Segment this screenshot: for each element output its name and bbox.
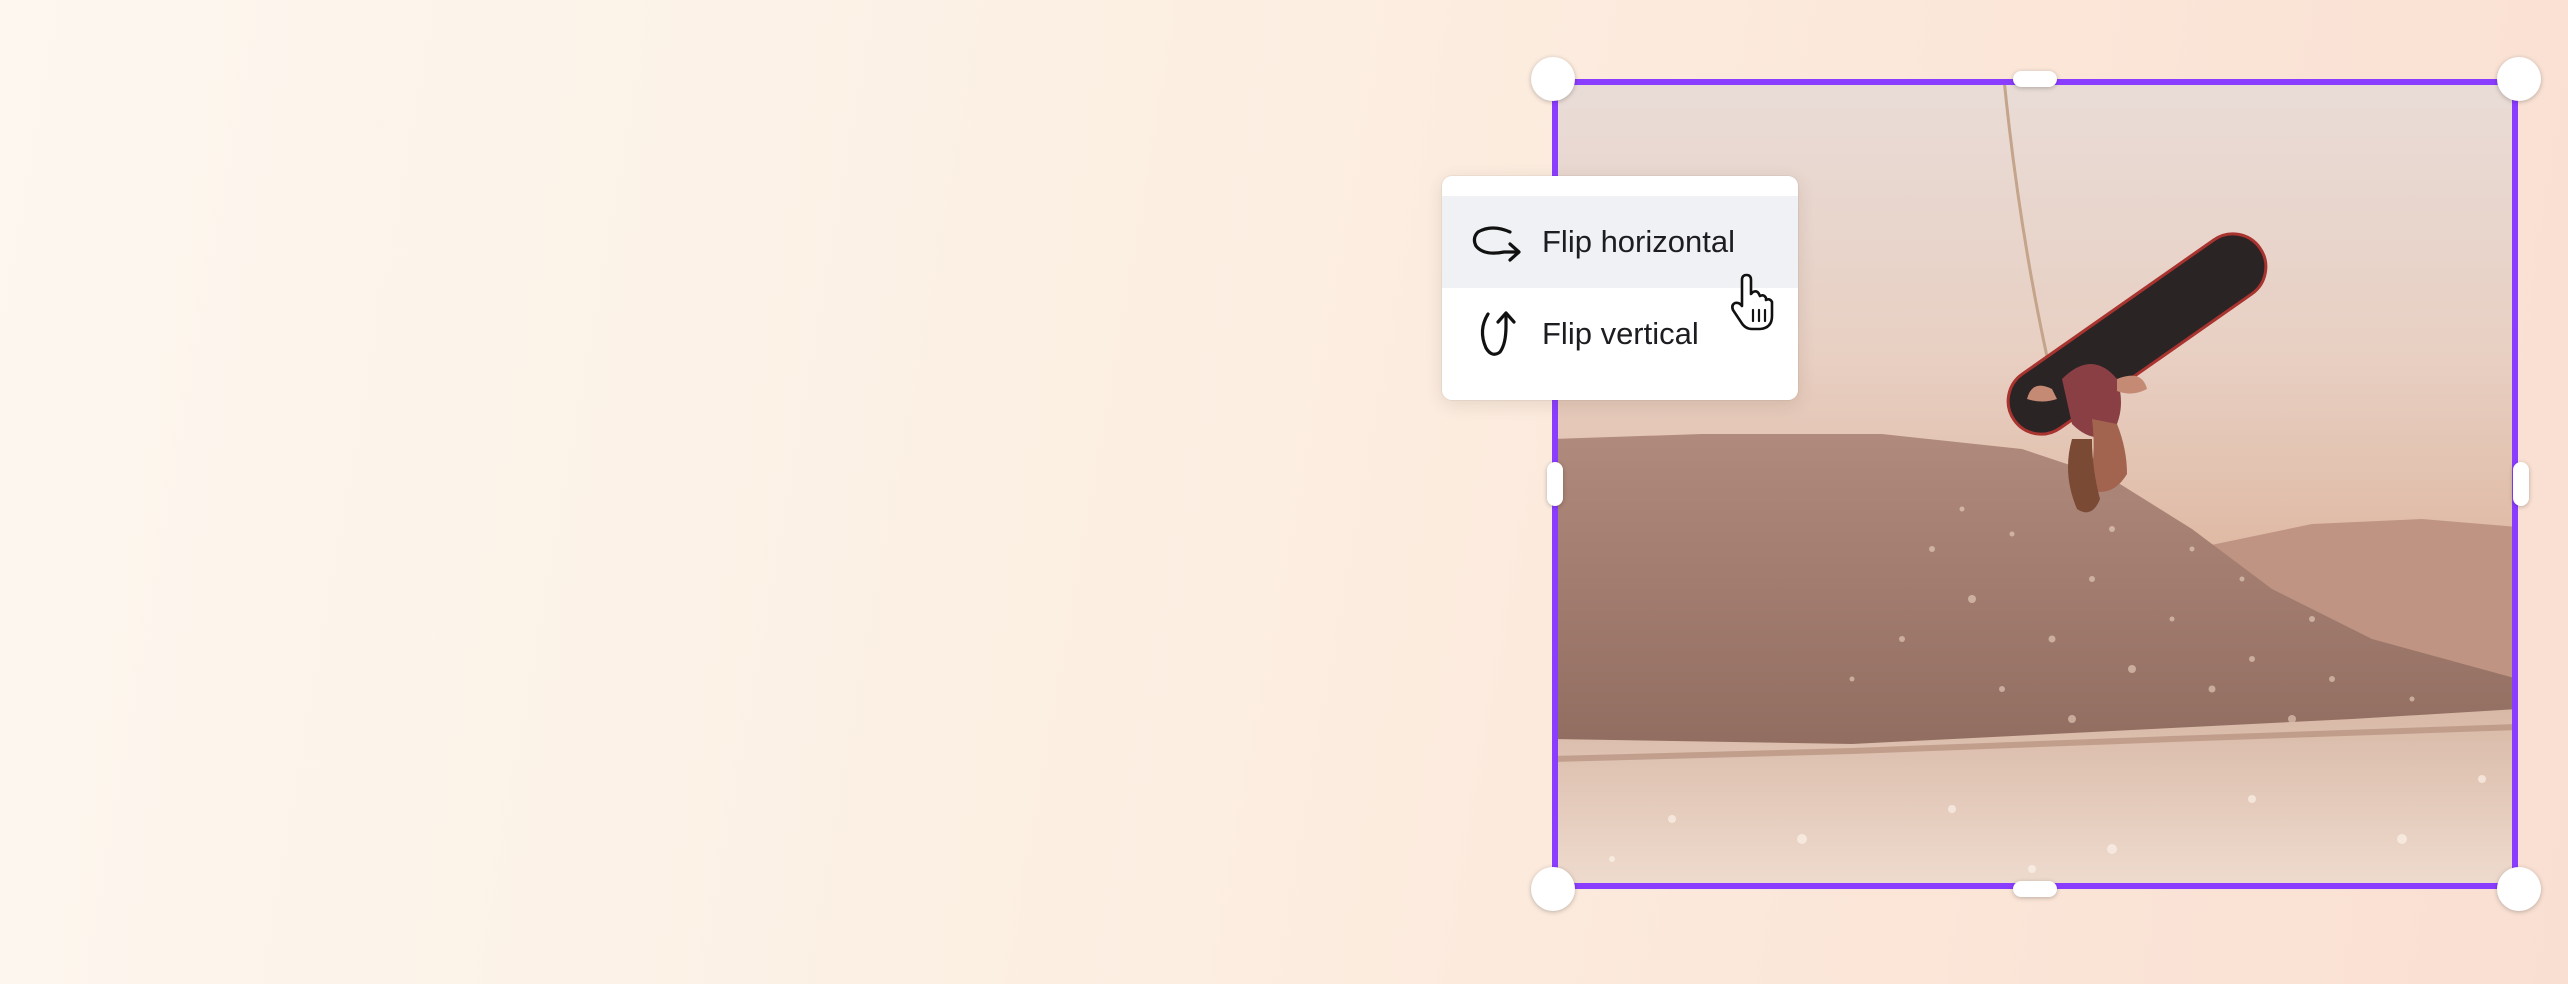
- resize-handle-bottom-left[interactable]: [1531, 867, 1575, 911]
- flip-vertical-label: Flip vertical: [1542, 316, 1699, 351]
- resize-handle-top-left[interactable]: [1531, 57, 1575, 101]
- resize-handle-bottom-right[interactable]: [2497, 867, 2541, 911]
- flip-vertical-option[interactable]: Flip vertical: [1442, 288, 1798, 380]
- flip-horizontal-icon: [1468, 212, 1528, 272]
- flip-horizontal-option[interactable]: Flip horizontal: [1442, 196, 1798, 288]
- resize-handle-top-right[interactable]: [2497, 57, 2541, 101]
- resize-handle-bottom[interactable]: [2013, 881, 2057, 897]
- resize-handle-top[interactable]: [2013, 71, 2057, 87]
- flip-horizontal-label: Flip horizontal: [1542, 224, 1735, 259]
- flip-menu: Flip horizontal Flip vertical: [1442, 176, 1798, 400]
- resize-handle-left[interactable]: [1547, 462, 1563, 506]
- flip-vertical-icon: [1468, 304, 1528, 364]
- resize-handle-right[interactable]: [2513, 462, 2529, 506]
